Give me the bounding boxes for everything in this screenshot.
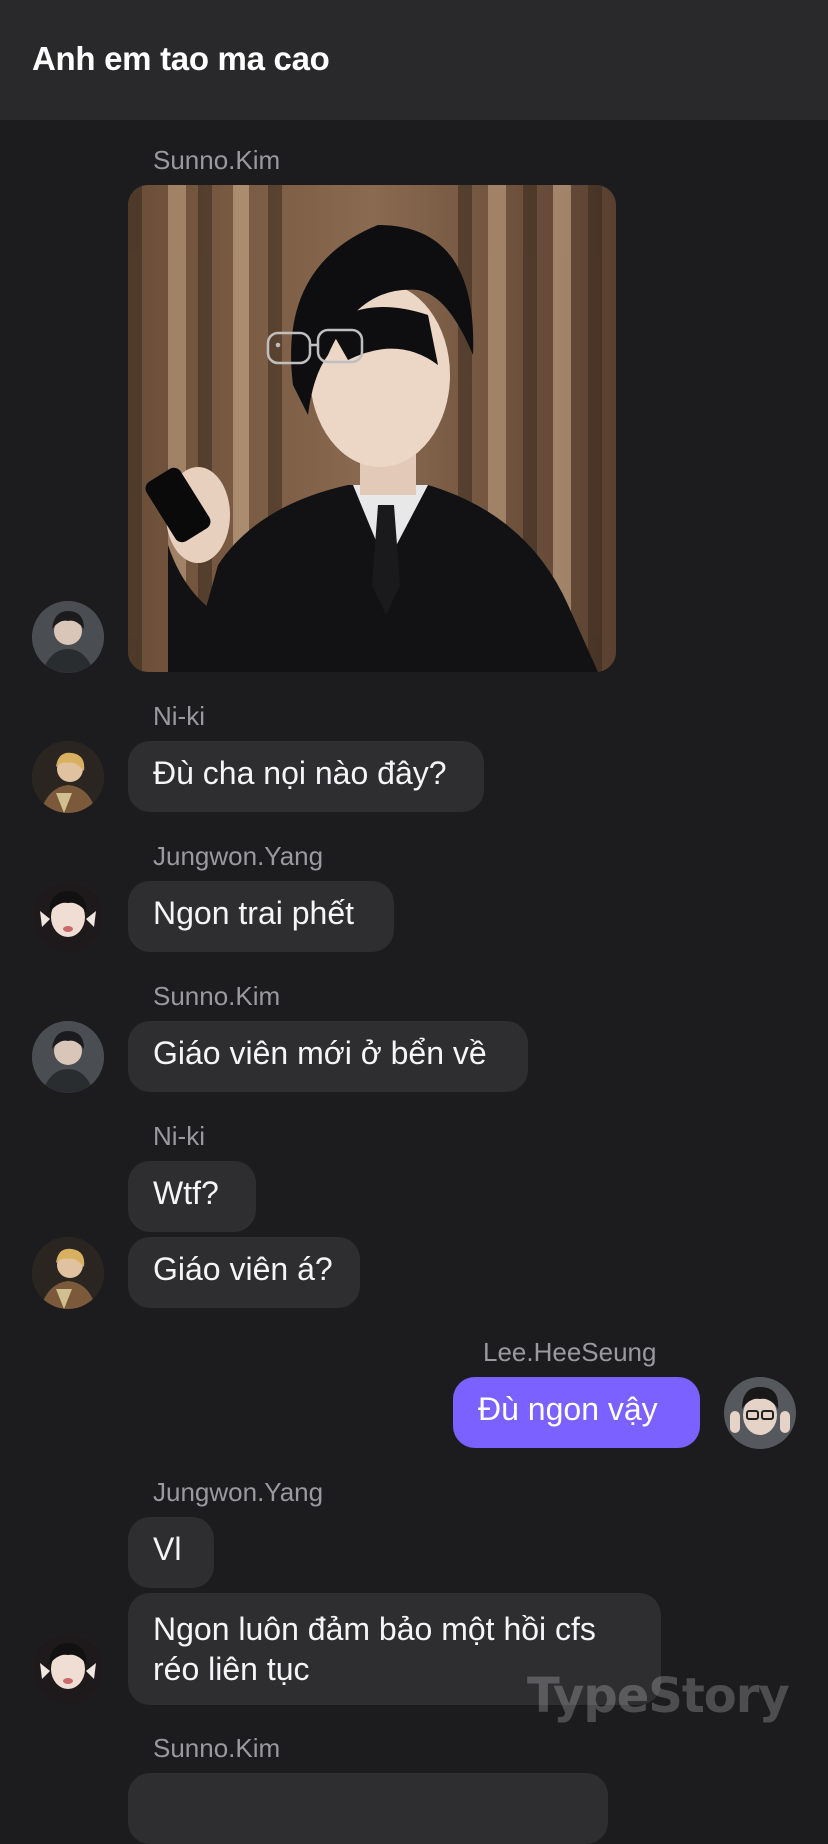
avatar[interactable] (32, 1237, 104, 1309)
sender-name: Sunno.Kim (153, 145, 281, 175)
image-message[interactable] (128, 185, 616, 672)
sender-name: Jungwon.Yang (153, 1477, 324, 1507)
sender-name: Lee.HeeSeung (483, 1337, 657, 1367)
avatar-niki-icon (32, 1237, 104, 1309)
sender-name: Jungwon.Yang (153, 841, 324, 871)
message-bubble[interactable]: Wtf? (128, 1161, 256, 1232)
my-message-bubble[interactable]: Đù ngon vậy (453, 1377, 700, 1448)
avatar-niki-icon (32, 741, 104, 813)
avatar[interactable] (724, 1377, 796, 1449)
message-bubble[interactable]: Giáo viên á? (128, 1237, 360, 1308)
message-bubble[interactable]: Giáo viên mới ở bển về (128, 1021, 528, 1092)
message-bubble[interactable]: Vl (128, 1517, 214, 1588)
sender-name: Ni-ki (153, 1121, 205, 1151)
avatar[interactable] (32, 741, 104, 813)
watermark-logo: TypeStory (527, 1668, 790, 1724)
sender-name: Ni-ki (153, 701, 205, 731)
avatar[interactable] (32, 601, 104, 673)
avatar[interactable] (32, 1633, 104, 1705)
photo-image (128, 185, 616, 672)
message-bubble-partial[interactable] (128, 1773, 608, 1844)
avatar-sunno-icon (32, 601, 104, 673)
avatar[interactable] (32, 881, 104, 953)
message-list[interactable]: Sunno.Kim Ni-ki Đù cha nọi nào đây? Jung… (0, 120, 828, 1844)
chat-title: Anh em tao ma cao (32, 40, 330, 77)
avatar-jungwon-icon (32, 1633, 104, 1705)
avatar[interactable] (32, 1021, 104, 1093)
chat-header: Anh em tao ma cao (0, 0, 828, 120)
avatar-heeseung-icon (724, 1377, 796, 1449)
message-bubble[interactable]: Đù cha nọi nào đây? (128, 741, 484, 812)
avatar-sunno-icon (32, 1021, 104, 1093)
sender-name: Sunno.Kim (153, 1733, 281, 1763)
sender-name: Sunno.Kim (153, 981, 281, 1011)
avatar-jungwon-icon (32, 881, 104, 953)
message-bubble[interactable]: Ngon trai phết (128, 881, 394, 952)
